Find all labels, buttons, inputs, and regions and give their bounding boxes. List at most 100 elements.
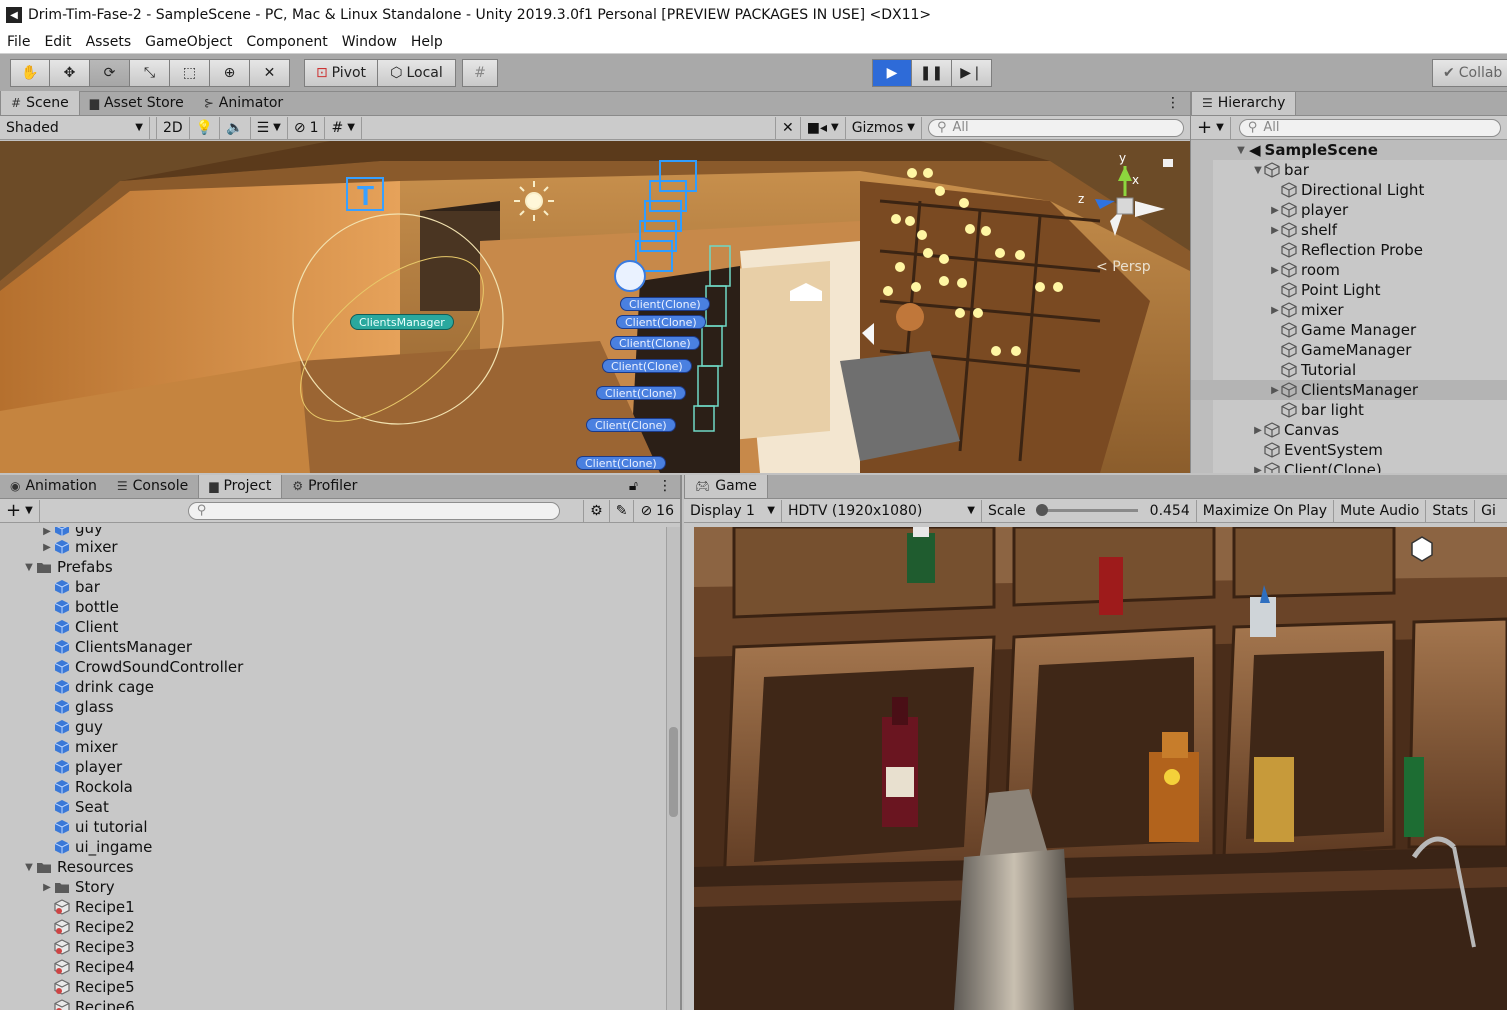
hierarchy-item[interactable]: ▶ room	[1191, 260, 1507, 280]
scene-tab-menu[interactable]: ⋮	[1156, 91, 1190, 115]
collab-button[interactable]: ✔ Collab	[1432, 59, 1507, 87]
tab-profiler[interactable]: ⚙ Profiler	[282, 475, 367, 498]
pause-button[interactable]: ❚❚	[912, 59, 952, 87]
collapse-arrow-icon[interactable]: ▶	[40, 882, 54, 893]
hierarchy-item[interactable]: Directional Light	[1191, 180, 1507, 200]
project-item[interactable]: Seat	[0, 797, 668, 817]
local-button[interactable]: ⬡ Local	[378, 59, 456, 87]
custom-tool-button[interactable]: ✕	[250, 59, 290, 87]
tab-scene[interactable]: # Scene	[0, 91, 80, 115]
shading-dropdown[interactable]: Shaded ▼	[0, 116, 150, 139]
project-item[interactable]: Recipe4	[0, 957, 668, 977]
transform-tool-button[interactable]: ⊕	[210, 59, 250, 87]
collapse-arrow-icon[interactable]: ▶	[1252, 465, 1264, 474]
menu-edit[interactable]: Edit	[37, 34, 78, 50]
collapse-arrow-icon[interactable]: ▶	[1269, 265, 1281, 276]
collapse-arrow-icon[interactable]: ▶	[1269, 385, 1281, 396]
scale-slider-thumb[interactable]	[1035, 504, 1048, 516]
hierarchy-item[interactable]: ▶ shelf	[1191, 220, 1507, 240]
project-item[interactable]: ▶ Story	[0, 877, 668, 897]
stats-toggle[interactable]: Stats	[1426, 499, 1476, 522]
expand-arrow-icon[interactable]: ▼	[22, 862, 36, 873]
maximize-on-play-toggle[interactable]: Maximize On Play	[1197, 499, 1335, 522]
lighting-toggle[interactable]: 💡	[190, 116, 221, 139]
hierarchy-item[interactable]: Point Light	[1191, 280, 1507, 300]
project-tab-menu[interactable]: ⋮	[648, 475, 680, 498]
menu-gameobject[interactable]: GameObject	[138, 34, 239, 50]
hierarchy-item[interactable]: ▶ Client(Clone)	[1191, 460, 1507, 473]
hierarchy-item[interactable]: ▼ bar	[1191, 160, 1507, 180]
gizmos-dropdown[interactable]: Gizmos ▼	[846, 116, 922, 139]
project-item[interactable]: Recipe5	[0, 977, 668, 997]
project-item[interactable]: Recipe3	[0, 937, 668, 957]
project-search-input[interactable]: ⚲	[187, 501, 560, 520]
resolution-dropdown[interactable]: HDTV (1920x1080) ▼	[782, 499, 982, 522]
hierarchy-scene-root[interactable]: ▼ ◀ SampleScene	[1191, 140, 1507, 160]
project-item[interactable]: bar	[0, 577, 668, 597]
project-item[interactable]: ui_ingame	[0, 837, 668, 857]
collapse-arrow-icon[interactable]: ▶	[1269, 225, 1281, 236]
hierarchy-item[interactable]: ▶ Canvas	[1191, 420, 1507, 440]
search-by-type-button[interactable]: ⚙	[583, 499, 610, 522]
hierarchy-item[interactable]: ▶ mixer	[1191, 300, 1507, 320]
hierarchy-item[interactable]: Game Manager	[1191, 320, 1507, 340]
camera-dropdown[interactable]: ■◂ ▼	[801, 116, 846, 139]
game-viewport[interactable]	[694, 527, 1507, 1010]
project-item[interactable]: Recipe1	[0, 897, 668, 917]
expand-arrow-icon[interactable]: ▼	[1235, 145, 1247, 156]
collapse-arrow-icon[interactable]: ▶	[1269, 205, 1281, 216]
project-item[interactable]: Client	[0, 617, 668, 637]
hierarchy-item[interactable]: GameManager	[1191, 340, 1507, 360]
grid-snap-button[interactable]: #	[462, 59, 498, 87]
collapse-arrow-icon[interactable]: ▶	[40, 542, 54, 553]
hierarchy-item[interactable]: ▶ player	[1191, 200, 1507, 220]
audio-toggle[interactable]: 🔈	[220, 116, 251, 139]
scale-tool-button[interactable]: ⤡	[130, 59, 170, 87]
project-item[interactable]: drink cage	[0, 677, 668, 697]
project-item[interactable]: glass	[0, 697, 668, 717]
menu-assets[interactable]: Assets	[79, 34, 139, 50]
tab-hierarchy[interactable]: ☰ Hierarchy	[1191, 92, 1297, 115]
collapse-arrow-icon[interactable]: ▶	[1252, 425, 1264, 436]
project-item[interactable]: ui tutorial	[0, 817, 668, 837]
create-dropdown[interactable]: + ▼	[1191, 116, 1231, 139]
lock-button[interactable]: 🔓︎	[619, 475, 648, 498]
tab-project[interactable]: ▆ Project	[198, 475, 283, 498]
create-dropdown[interactable]: + ▼	[0, 499, 40, 522]
hidden-objects-toggle[interactable]: ⊘ 1	[288, 116, 326, 139]
hand-tool-button[interactable]: ✋	[10, 59, 50, 87]
tab-game[interactable]: 🎮︎ Game	[684, 475, 768, 498]
play-button[interactable]: ▶	[872, 59, 912, 87]
scene-search-input[interactable]: ⚲ All	[928, 118, 1184, 137]
rotate-tool-button[interactable]: ⟳	[90, 59, 130, 87]
project-item[interactable]: Recipe2	[0, 917, 668, 937]
mute-audio-toggle[interactable]: Mute Audio	[1334, 499, 1427, 522]
persp-label[interactable]: < Persp	[1096, 259, 1151, 275]
project-item[interactable]: ▶ guy	[0, 527, 668, 537]
scale-slider[interactable]	[1035, 504, 1138, 516]
game-gizmos-toggle[interactable]: Gi	[1475, 500, 1502, 522]
move-tool-button[interactable]: ✥	[50, 59, 90, 87]
hidden-packages-toggle[interactable]: ⊘ 16	[634, 500, 680, 522]
project-item[interactable]: ▶ mixer	[0, 537, 668, 557]
project-item[interactable]: ClientsManager	[0, 637, 668, 657]
project-item[interactable]: Recipe6	[0, 997, 668, 1010]
hierarchy-item[interactable]: bar light	[1191, 400, 1507, 420]
search-by-label-button[interactable]: ✎	[610, 499, 635, 522]
tab-asset-store[interactable]: ▆ Asset Store	[80, 91, 194, 115]
expand-arrow-icon[interactable]: ▼	[22, 562, 36, 573]
tab-animator[interactable]: ⊱ Animator	[194, 91, 293, 115]
project-item[interactable]: CrowdSoundController	[0, 657, 668, 677]
tab-animation[interactable]: ◉ Animation	[0, 475, 107, 498]
scene-viewport[interactable]: T y x z < Persp ClientsManager Client(Cl…	[0, 141, 1190, 473]
project-item[interactable]: mixer	[0, 737, 668, 757]
menu-file[interactable]: File	[0, 34, 37, 50]
project-item[interactable]: player	[0, 757, 668, 777]
collapse-arrow-icon[interactable]: ▶	[40, 527, 54, 537]
display-dropdown[interactable]: Display 1 ▼	[684, 499, 782, 522]
rect-tool-button[interactable]: ⬚	[170, 59, 210, 87]
project-item[interactable]: Rockola	[0, 777, 668, 797]
project-item[interactable]: bottle	[0, 597, 668, 617]
hierarchy-search-input[interactable]: ⚲ All	[1238, 118, 1501, 137]
expand-arrow-icon[interactable]: ▼	[1252, 165, 1264, 176]
